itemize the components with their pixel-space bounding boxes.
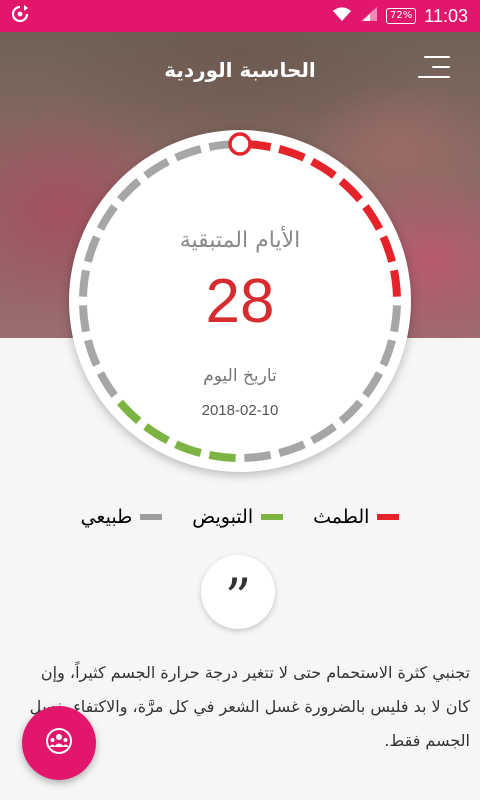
- signal-icon: [360, 6, 378, 27]
- menu-button[interactable]: [416, 54, 450, 80]
- legend-item-normal: طبيعي: [81, 506, 163, 528]
- cycle-segment: [174, 440, 202, 457]
- clock: 11:03: [424, 5, 468, 26]
- cycle-segment: [362, 204, 384, 231]
- community-icon: [44, 726, 74, 760]
- legend: الطمث التبويض طبيعي: [0, 506, 480, 528]
- cycle-segment: [208, 451, 236, 462]
- legend-item-ovulation: التبويض: [192, 506, 284, 528]
- legend-swatch-normal: [140, 514, 163, 520]
- cycle-segment: [84, 339, 101, 367]
- cycle-segment: [174, 145, 202, 162]
- remaining-days-value: 28: [205, 267, 275, 336]
- cycle-segment: [338, 177, 364, 203]
- current-day-marker: [228, 132, 252, 156]
- legend-item-period: الطمث: [313, 506, 400, 528]
- today-date-value: 2018-02-10: [201, 402, 279, 419]
- legend-label-period: الطمث: [313, 506, 370, 528]
- wifi-icon: [332, 6, 352, 27]
- cycle-segment: [96, 204, 118, 231]
- page-title: الحاسبة الوردية: [164, 58, 316, 82]
- status-bar: 72% 11:03: [0, 0, 480, 32]
- cycle-segment: [244, 451, 272, 462]
- cycle-dial: الأيام المتبقية 28 تاريخ اليوم 2018-02-1…: [69, 130, 411, 472]
- menu-icon-line: [418, 76, 450, 78]
- quote-icon: ”: [224, 569, 252, 629]
- remaining-days-label: الأيام المتبقية: [179, 228, 301, 253]
- today-date-label: تاريخ اليوم: [203, 366, 277, 386]
- legend-swatch-ovulation: [261, 514, 284, 520]
- cycle-segment: [310, 157, 337, 179]
- menu-icon: [424, 56, 450, 58]
- community-button[interactable]: [22, 706, 96, 780]
- cycle-segment: [116, 177, 142, 203]
- menu-icon-line: [432, 66, 450, 68]
- cycle-segment: [310, 423, 337, 445]
- cycle-segment: [143, 157, 170, 179]
- battery-indicator: 72%: [386, 8, 417, 24]
- legend-label-ovulation: التبويض: [192, 506, 254, 528]
- quote-button[interactable]: ”: [201, 555, 275, 629]
- legend-swatch-period: [377, 514, 400, 520]
- cycle-segment: [278, 145, 306, 162]
- cycle-segment: [278, 440, 306, 457]
- sync-icon: [10, 4, 30, 28]
- cycle-segment: [143, 423, 170, 445]
- cycle-segment: [379, 339, 396, 367]
- legend-label-normal: طبيعي: [80, 506, 133, 528]
